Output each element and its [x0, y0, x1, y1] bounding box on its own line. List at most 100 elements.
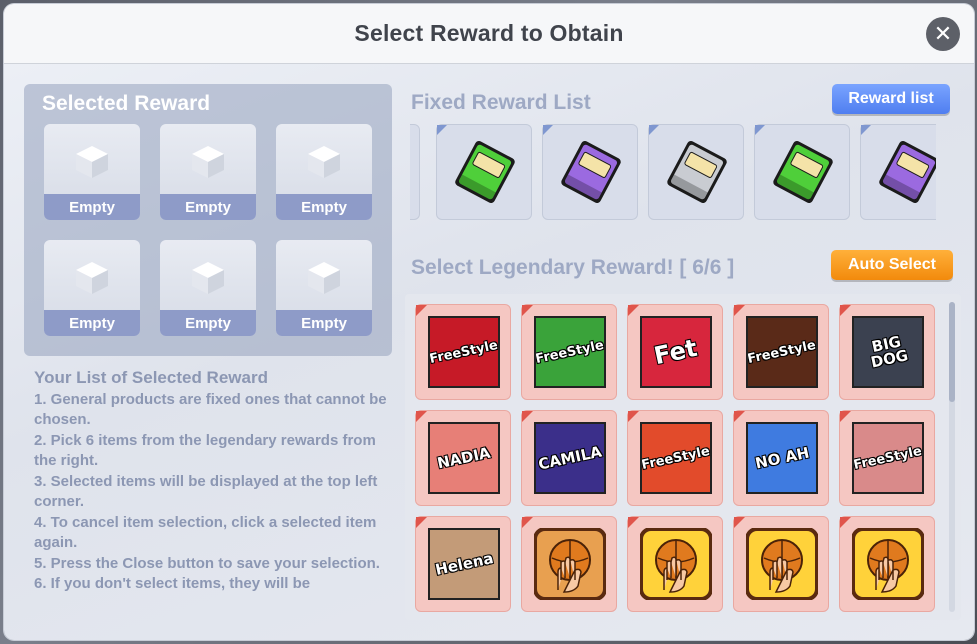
legendary-reward-item[interactable] — [839, 516, 935, 612]
selected-reward-panel: Selected Reward Empty Empty Empty Empty Empt… — [24, 84, 392, 356]
item-corner-mark — [522, 305, 533, 316]
freestyle-pinkbrick-icon: FreeStyle — [852, 422, 924, 494]
slot-label: Empty — [44, 310, 140, 336]
helena-logo-icon: Helena — [428, 528, 500, 600]
close-button[interactable]: ✕ — [926, 17, 960, 51]
freestyle-graffiti-icon: FreeStyle — [534, 316, 606, 388]
bigdog-logo-icon: BIG DOG — [852, 316, 924, 388]
legendary-reward-item[interactable]: Helena — [415, 516, 511, 612]
item-corner-mark — [734, 305, 745, 316]
item-corner-mark — [840, 517, 851, 528]
empty-box-icon — [308, 262, 340, 294]
fixed-reward-item[interactable] — [860, 124, 936, 220]
legendary-reward-item[interactable] — [627, 516, 723, 612]
item-corner-mark — [416, 517, 427, 528]
legendary-reward-item[interactable]: Fet — [627, 304, 723, 400]
legendary-title: Select Legendary Reward! [ 6/6 ] — [411, 256, 735, 279]
legendary-reward-item[interactable] — [521, 516, 617, 612]
reward-slot[interactable]: Empty — [160, 240, 256, 336]
badge-text: FreeStyle — [640, 443, 712, 473]
legendary-reward-item[interactable]: FreeStyle — [627, 410, 723, 506]
legendary-reward-item[interactable]: FreeStyle — [839, 410, 935, 506]
fixed-reward-item[interactable] — [648, 124, 744, 220]
item-corner-mark — [840, 305, 851, 316]
slot-label: Empty — [276, 194, 372, 220]
purple-cartridge-icon — [879, 141, 936, 203]
slot-label: Empty — [44, 194, 140, 220]
legendary-reward-grid[interactable]: FreeStyle FreeStyle Fet FreeStyle BIG DOG NAD… — [405, 294, 961, 620]
hand-ball-icon — [746, 528, 818, 600]
reward-slot[interactable]: Empty — [276, 124, 372, 220]
item-corner-mark — [649, 125, 659, 135]
item-corner-mark — [734, 517, 745, 528]
legendary-reward-item[interactable]: FreeStyle — [415, 304, 511, 400]
fixed-reward-item[interactable] — [754, 124, 850, 220]
instructions-title: Your List of Selected Reward — [34, 368, 268, 387]
green-cartridge-icon — [773, 141, 833, 203]
legendary-reward-item[interactable]: CAMILA — [521, 410, 617, 506]
badge-text: NO AH — [753, 443, 811, 473]
green-cartridge-icon — [455, 141, 515, 203]
fixed-reward-strip[interactable] — [410, 124, 936, 220]
fixed-reward-title: Fixed Reward List — [411, 91, 591, 114]
reward-slot[interactable]: Empty — [276, 240, 372, 336]
item-corner-mark — [543, 125, 553, 135]
selected-reward-heading: Selected Reward — [42, 92, 211, 115]
freestyle-fire-icon: FreeStyle — [746, 316, 818, 388]
empty-box-icon — [76, 146, 108, 178]
slot-label: Empty — [160, 310, 256, 336]
scrollbar[interactable] — [949, 302, 955, 612]
item-corner-mark — [734, 411, 745, 422]
item-corner-mark — [416, 411, 427, 422]
reward-slot[interactable]: Empty — [160, 124, 256, 220]
slot-label: Empty — [160, 194, 256, 220]
instruction-line: 5. Press the Close button to save your s… — [34, 554, 380, 572]
empty-box-icon — [76, 262, 108, 294]
auto-select-button[interactable]: Auto Select — [831, 250, 953, 280]
fet-logo-icon: Fet — [640, 316, 712, 388]
legendary-reward-item[interactable]: BIG DOG — [839, 304, 935, 400]
badge-text: Helena — [433, 548, 495, 579]
fixed-reward-item[interactable] — [436, 124, 532, 220]
instructions: Your List of Selected Reward 1. General … — [34, 368, 390, 595]
badge-text: BIG DOG — [869, 332, 910, 372]
legendary-reward-item[interactable]: FreeStyle — [733, 304, 829, 400]
hand-ball-icon — [534, 528, 606, 600]
reward-slot[interactable]: Empty — [44, 240, 140, 336]
item-corner-mark — [861, 125, 871, 135]
item-corner-mark — [628, 411, 639, 422]
noah-logo-icon: NO AH — [746, 422, 818, 494]
scroll-thumb[interactable] — [949, 302, 955, 402]
freestyle-logo-icon: FreeStyle — [428, 316, 500, 388]
item-corner-mark — [437, 125, 447, 135]
camila-logo-icon: CAMILA — [534, 422, 606, 494]
legendary-reward-item[interactable]: FreeStyle — [521, 304, 617, 400]
fixed-reward-item[interactable] — [542, 124, 638, 220]
badge-text: FreeStyle — [852, 443, 924, 473]
reward-slot[interactable]: Empty — [44, 124, 140, 220]
badge-text: Fet — [651, 333, 701, 371]
badge-text: FreeStyle — [534, 337, 606, 367]
close-icon: ✕ — [933, 21, 953, 46]
legendary-reward-item[interactable] — [733, 516, 829, 612]
hand-ball-icon — [852, 528, 924, 600]
badge-text: FreeStyle — [428, 337, 500, 367]
reward-list-button[interactable]: Reward list — [832, 84, 950, 114]
nadia-logo-icon: NADIA — [428, 422, 500, 494]
item-corner-mark — [628, 517, 639, 528]
instruction-line: 2. Pick 6 items from the legendary rewar… — [34, 431, 376, 470]
instruction-line: 1. General products are fixed ones that … — [34, 390, 387, 429]
fixed-item-partial — [410, 124, 420, 220]
item-corner-mark — [755, 125, 765, 135]
legendary-reward-item[interactable]: NADIA — [415, 410, 511, 506]
silver-cartridge-icon — [667, 141, 727, 203]
reward-dialog: Select Reward to Obtain ✕ Selected Rewar… — [4, 4, 974, 640]
slot-label: Empty — [276, 310, 372, 336]
item-corner-mark — [416, 305, 427, 316]
badge-text: FreeStyle — [746, 337, 818, 367]
legendary-reward-item[interactable]: NO AH — [733, 410, 829, 506]
title-bar: Select Reward to Obtain ✕ — [4, 4, 974, 64]
empty-box-icon — [192, 146, 224, 178]
item-corner-mark — [522, 517, 533, 528]
empty-box-icon — [308, 146, 340, 178]
